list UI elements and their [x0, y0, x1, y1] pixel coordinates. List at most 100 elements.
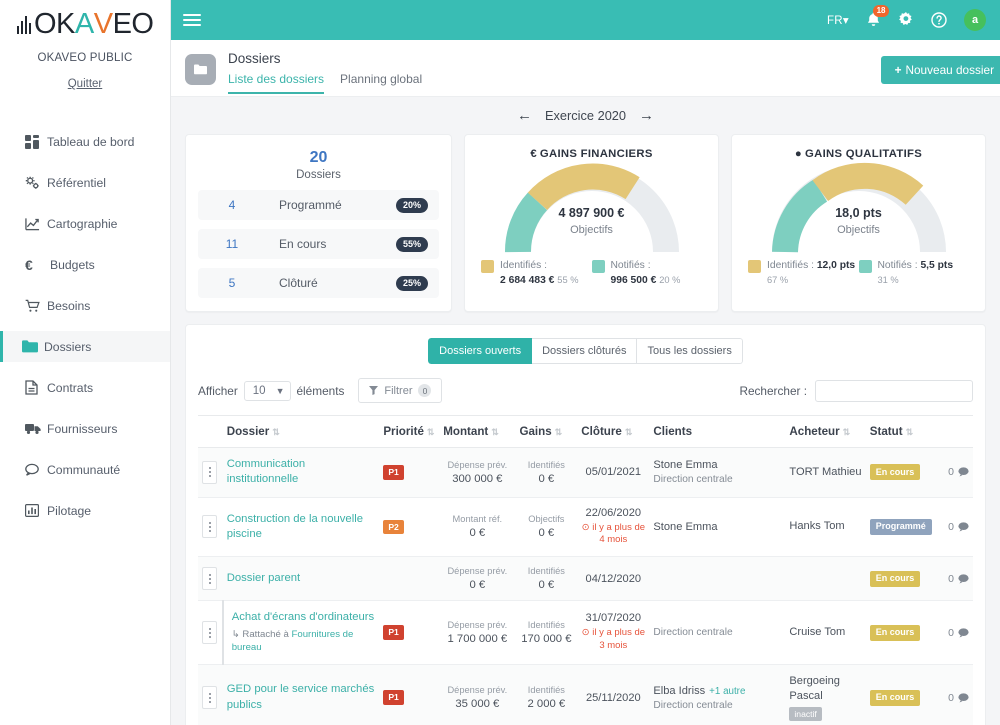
hamburger-menu-icon[interactable]	[183, 11, 201, 29]
th-montant[interactable]: Montant ⇅	[439, 415, 516, 448]
sidebar-item-contrats[interactable]: Contrats	[0, 372, 170, 403]
sidebar-item-referentiel[interactable]: Référentiel	[0, 167, 170, 198]
comments-group[interactable]: 0	[942, 692, 969, 704]
exercice-navigator: ← Exercice 2020 →	[171, 97, 1000, 134]
amount-label: Dépense prév.	[447, 685, 508, 696]
sidebar-item-tableau-de-bord[interactable]: Tableau de bord	[0, 126, 170, 157]
th-label: Acheteur	[789, 425, 840, 438]
client-name-text: Elba Idriss	[653, 684, 706, 697]
table-row[interactable]: Communication institutionnelle P1 Dépens…	[198, 447, 973, 498]
sidebar-item-pilotage[interactable]: Pilotage	[0, 495, 170, 526]
legend-name: Identifiés :	[500, 260, 547, 271]
th-comments	[937, 415, 973, 448]
sidebar-item-dossiers[interactable]: Dossiers	[0, 331, 170, 362]
client-name: Stone Emma	[653, 459, 718, 472]
cell-gains: Objectifs 0 €	[515, 497, 578, 558]
comments-group[interactable]: 0	[942, 627, 969, 639]
sidebar-label: Pilotage	[47, 503, 92, 518]
prev-exercice-arrow-icon[interactable]: ←	[517, 107, 532, 124]
tab-liste-des-dossiers[interactable]: Liste des dossiers	[228, 72, 325, 94]
notifications-button[interactable]: 18	[866, 5, 889, 28]
filter-button[interactable]: Filtrer 0	[358, 378, 443, 403]
row-count: 5	[228, 276, 236, 290]
dossier-link[interactable]: Dossier parent	[227, 571, 376, 586]
cell-comments: 0	[937, 556, 973, 602]
sidebar-item-budgets[interactable]: € Budgets	[0, 249, 170, 280]
sidebar-item-cartographie[interactable]: Cartographie	[0, 208, 170, 239]
row-menu-button[interactable]	[202, 686, 217, 710]
table-row[interactable]: Achat d'écrans d'ordinateurs ↳ Rattaché …	[198, 600, 973, 666]
logo-part-1: OK	[34, 8, 75, 40]
amount-label: Dépense prév.	[447, 459, 508, 470]
cell-priorite: P2	[379, 497, 440, 558]
sidebar-label: Budgets	[50, 257, 95, 272]
cell-montant: Dépense prév. 35 000 €	[439, 664, 516, 725]
table-row[interactable]: Dossier parent Dépense prév. 0 € Identif…	[198, 556, 973, 602]
comment-bubble-icon	[958, 573, 969, 584]
quit-link[interactable]: Quitter	[0, 78, 170, 90]
cell-clients: Stone Emma Direction centrale	[649, 447, 786, 498]
dossier-link[interactable]: Construction de la nouvelle piscine	[227, 512, 376, 543]
dossier-link[interactable]: Achat d'écrans d'ordinateurs	[232, 610, 376, 625]
row-menu-button[interactable]	[202, 515, 217, 539]
table-row[interactable]: GED pour le service marchés publics P1 D…	[198, 664, 973, 725]
row-count: 4	[228, 198, 236, 212]
legend-notifies: Notifiés : 996 500 € 20 %	[591, 259, 703, 289]
gains-value: 170 000 €	[521, 633, 572, 646]
row-menu-button[interactable]	[202, 621, 217, 645]
next-exercice-arrow-icon[interactable]: →	[639, 107, 654, 124]
search-input[interactable]	[815, 379, 973, 402]
settings-button[interactable]	[898, 12, 914, 28]
client-department: Direction centrale	[653, 699, 733, 711]
th-dossier[interactable]: Dossier ⇅	[222, 415, 380, 448]
new-dossier-button[interactable]: + Nouveau dossier	[880, 56, 1000, 84]
sort-icon: ⇅	[842, 427, 850, 437]
sidebar-item-besoins[interactable]: Besoins	[0, 290, 170, 321]
cell-statut: En cours	[865, 600, 938, 666]
client-more-link[interactable]: +1 autre	[709, 686, 745, 697]
cell-priorite: P1	[379, 664, 440, 725]
comment-count: 0	[948, 520, 954, 533]
gains-label: Identifiés	[527, 566, 565, 577]
summary-row-cloture[interactable]: 5 Clôturé 25%	[198, 268, 439, 298]
th-cloture[interactable]: Clôture ⇅	[577, 415, 650, 448]
close-date: 04/12/2020	[585, 572, 642, 585]
row-percent-badge: 20%	[395, 197, 428, 213]
status-badge: En cours	[869, 689, 921, 706]
cell-statut: Programmé	[865, 497, 938, 558]
th-statut[interactable]: Statut ⇅	[865, 415, 938, 448]
row-menu-button[interactable]	[202, 460, 217, 484]
th-label: Priorité	[383, 425, 424, 438]
tab-planning-global[interactable]: Planning global	[340, 72, 422, 94]
page-size-select[interactable]: 10 ▼	[243, 380, 291, 401]
language-selector[interactable]: FR▾	[827, 13, 849, 27]
sort-icon: ⇅	[426, 427, 434, 437]
table-row[interactable]: Construction de la nouvelle piscine P2 M…	[198, 497, 973, 558]
dossier-link[interactable]: Communication institutionnelle	[227, 457, 376, 488]
gains-qualitatifs-card: ● GAINS QUALITATIFS 18,0 pts Objectifs I…	[731, 134, 986, 312]
segment-tous-les-dossiers[interactable]: Tous les dossiers	[637, 338, 743, 364]
segment-dossiers-ouverts[interactable]: Dossiers ouverts	[428, 338, 533, 364]
sidebar-item-communaute[interactable]: Communauté	[0, 454, 170, 485]
th-gains[interactable]: Gains ⇅	[515, 415, 578, 448]
legend-swatch	[748, 260, 761, 273]
comments-group[interactable]: 0	[942, 466, 969, 478]
comments-group[interactable]: 0	[942, 573, 969, 585]
user-avatar[interactable]: a	[964, 9, 986, 31]
th-label: Gains	[519, 425, 552, 438]
organization-name: OKAVEO PUBLIC	[37, 52, 133, 64]
segment-dossiers-clotures[interactable]: Dossiers clôturés	[532, 338, 638, 364]
summary-row-programme[interactable]: 4 Programmé 20%	[198, 190, 439, 220]
cell-acheteur: Bergoeing Pascal inactif	[785, 664, 866, 725]
summary-row-en-cours[interactable]: 11 En cours 55%	[198, 229, 439, 259]
th-acheteur[interactable]: Acheteur ⇅	[785, 415, 866, 448]
help-button[interactable]	[931, 12, 947, 28]
cell-gains: Identifiés 0 €	[515, 447, 578, 498]
row-menu-button[interactable]	[202, 567, 217, 591]
dot-icon: ●	[794, 148, 803, 160]
sidebar-item-fournisseurs[interactable]: Fournisseurs	[0, 413, 170, 444]
comments-group[interactable]: 0	[942, 521, 969, 533]
th-priorite[interactable]: Priorité ⇅	[379, 415, 440, 448]
client-name: Elba Idriss +1 autre	[653, 685, 781, 697]
dossier-link[interactable]: GED pour le service marchés publics	[227, 682, 376, 713]
